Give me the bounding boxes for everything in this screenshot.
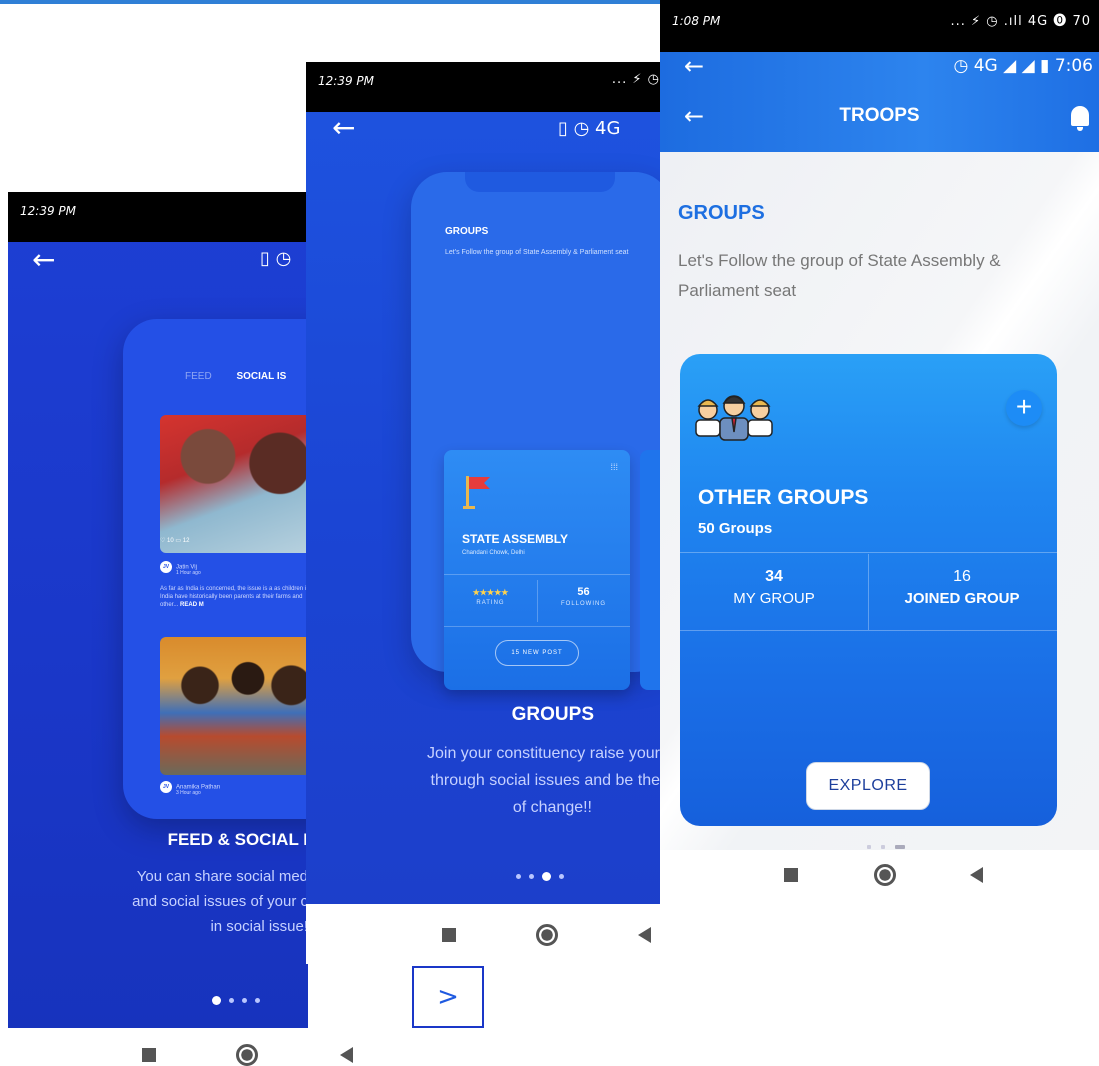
troops-groups-screen: 1:08 PM ... ⚡ ◷ .ıll 4G ⓿ 70 ← ◷ 4G ◢ ◢ … xyxy=(660,0,1099,850)
recents-button[interactable] xyxy=(442,928,456,942)
status-bar: 12:39 PM xyxy=(8,192,308,242)
tab-feed: FEED xyxy=(185,371,212,382)
status-time: 12:39 PM xyxy=(20,204,76,218)
status-time: 12:39 PM xyxy=(318,74,374,88)
joined-group-label: JOINED GROUP xyxy=(904,590,1020,607)
status-icons: ... ⚡ ◷ xyxy=(611,72,660,87)
status-icons: ... ⚡ ◷ .ıll 4G ⓿ 70 xyxy=(950,14,1091,29)
my-group-count: 34 xyxy=(765,568,783,585)
bell-icon[interactable] xyxy=(1071,106,1089,131)
back-button[interactable] xyxy=(970,867,983,883)
post-time: 1 Hour ago xyxy=(176,570,201,576)
pager-dots xyxy=(208,992,264,1010)
onboarding-description: You can share social med and social issu… xyxy=(132,868,308,935)
avatar: JV xyxy=(160,561,172,573)
post-image-hug xyxy=(160,415,308,553)
vibrate-alarm-icons: ▯ ◷ xyxy=(260,248,292,269)
section-description: Let's Follow the group of State Assembly… xyxy=(678,251,1001,300)
card-title: STATE ASSEMBLY xyxy=(462,532,569,546)
section-heading: GROUPS xyxy=(678,202,765,224)
onboarding-title: FEED & SOCIAL I xyxy=(167,830,308,849)
status-bar: 1:08 PM ... ⚡ ◷ .ıll 4G ⓿ 70 xyxy=(660,0,1099,52)
home-button[interactable] xyxy=(236,1044,258,1066)
other-groups-card[interactable]: + OTHER GROUPS 50 Groups 34 MY GROUP 16 … xyxy=(680,354,1057,826)
onboarding-title: GROUPS xyxy=(511,704,594,725)
back-arrow-icon[interactable]: ← xyxy=(32,246,55,274)
phone-mockup: FEED SOCIAL IS ♡ 10 ▭ 12 JV Jatin Vij 1 H… xyxy=(123,319,308,819)
system-nav-bar xyxy=(306,904,660,964)
next-button[interactable]: > xyxy=(412,966,484,1028)
onboarding-screen-feed: 12:39 PM ← ▯ ◷ FEED SOCIAL IS ♡ 10 ▭ 12 … xyxy=(8,192,308,1028)
system-status-icons: ◷ 4G ◢ ◢ ▮ 7:06 xyxy=(953,56,1093,76)
home-button[interactable] xyxy=(874,864,896,886)
recents-button[interactable] xyxy=(784,868,798,882)
app-header: ← ◷ 4G ◢ ◢ ▮ 7:06 ← TROOPS xyxy=(660,52,1099,152)
new-post-pill[interactable]: 15 NEW POST xyxy=(495,640,579,666)
onboarding-description: Join your constituency raise your throug… xyxy=(427,745,660,816)
rating-stat: ★★★★★ RATING xyxy=(472,588,509,606)
post-counts: ♡ 10 ▭ 12 xyxy=(160,538,190,544)
system-back-arrow-icon: ← xyxy=(684,52,705,80)
home-button[interactable] xyxy=(536,924,558,946)
avatar: JV xyxy=(160,781,172,793)
mock-groups-title: GROUPS xyxy=(445,226,489,237)
pager-dots xyxy=(862,838,910,850)
back-button[interactable] xyxy=(638,927,651,943)
mock-tabs: FEED SOCIAL IS xyxy=(185,371,286,382)
flag-icon xyxy=(463,476,490,509)
explore-button[interactable]: EXPLORE xyxy=(806,762,930,810)
group-people-icon xyxy=(695,395,773,441)
page-title: TROOPS xyxy=(839,105,920,126)
recents-button[interactable] xyxy=(142,1048,156,1062)
card-title: OTHER GROUPS xyxy=(698,486,869,509)
onboarding-screen-groups: 12:39 PM ... ⚡ ◷ ← ▯ ◷ 4G GROUPS Let's F… xyxy=(306,62,660,964)
tab-social-issues: SOCIAL IS xyxy=(236,371,287,382)
card-subtitle: Chandani Chowk, Delhi xyxy=(462,550,525,556)
mock-groups-subtitle: Let's Follow the group of State Assembly… xyxy=(445,249,629,256)
joined-group-stat[interactable]: 16 JOINED GROUP xyxy=(868,568,1056,607)
status-bar: 12:39 PM ... ⚡ ◷ xyxy=(306,62,660,112)
my-group-label: MY GROUP xyxy=(733,590,815,607)
post-time: 3 Hour ago xyxy=(176,790,201,796)
content-area: GROUPS Let's Follow the group of State A… xyxy=(660,152,1099,850)
back-arrow-icon[interactable]: ← xyxy=(332,114,355,142)
state-assembly-card: ⁞⁞⁞ STATE ASSEMBLY Chandani Chowk, Delhi… xyxy=(444,450,630,690)
post-image-children xyxy=(160,637,308,775)
card-subtitle: 50 Groups xyxy=(698,520,773,537)
filter-icon: ⁞⁞⁞ xyxy=(610,462,618,472)
vibrate-alarm-4g-icons: ▯ ◷ 4G xyxy=(558,118,621,139)
post-text: As far as India is concerned, the issue … xyxy=(160,586,308,608)
system-nav-bar xyxy=(660,850,1099,906)
joined-group-count: 16 xyxy=(953,568,971,585)
top-accent-line xyxy=(0,0,660,4)
pager-dots xyxy=(512,868,568,886)
next-group-card-peek xyxy=(640,450,660,690)
my-group-stat[interactable]: 34 MY GROUP xyxy=(680,568,868,607)
add-group-button[interactable]: + xyxy=(1006,390,1042,426)
system-nav-bar xyxy=(0,1028,420,1066)
back-button[interactable] xyxy=(340,1047,353,1063)
status-time: 1:08 PM xyxy=(672,14,721,28)
following-stat: 56 FOLLOWING xyxy=(560,586,606,607)
